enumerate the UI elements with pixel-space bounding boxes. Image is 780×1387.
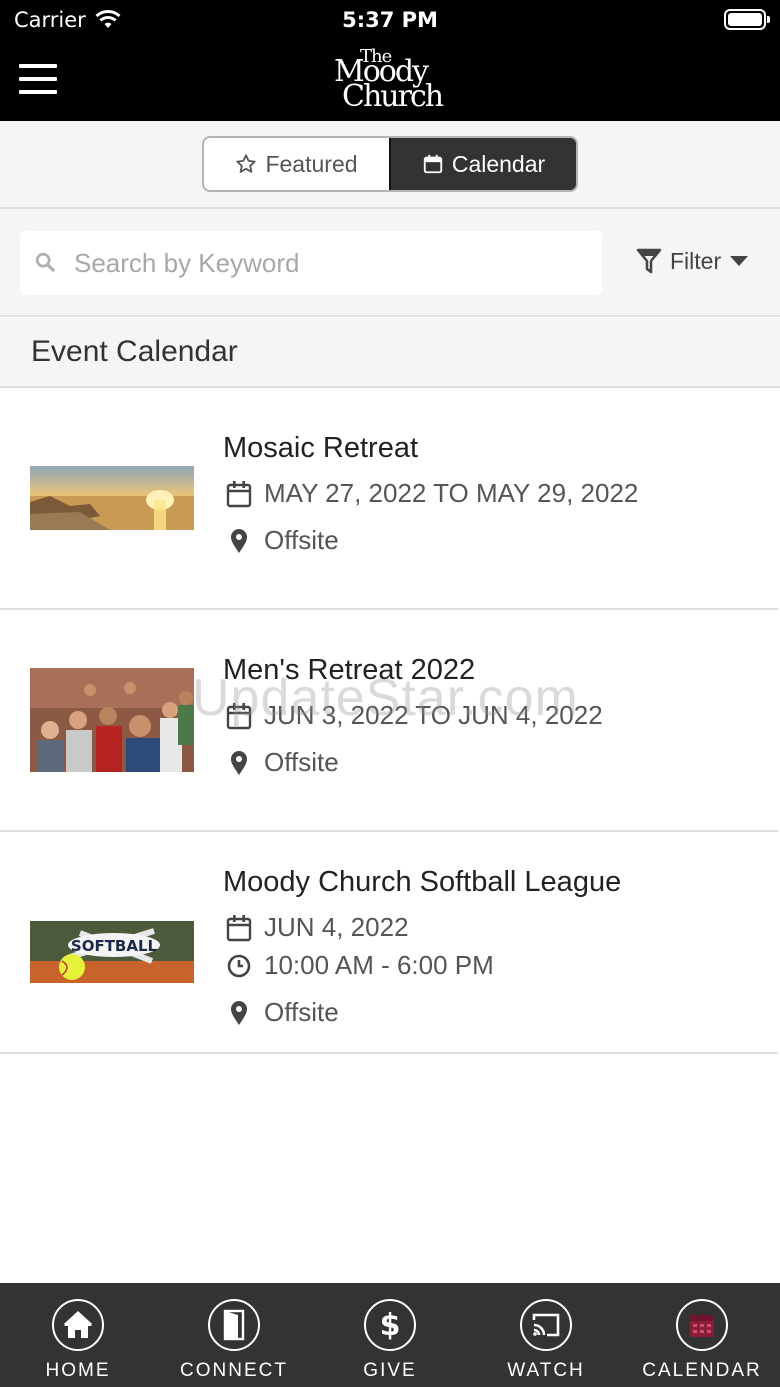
event-date: JUN 4, 2022 [264,912,409,942]
tab-watch-label: WATCH [507,1360,585,1381]
calendar-icon [226,702,252,729]
event-location: Offsite [264,747,339,777]
event-item[interactable]: Mosaic Retreat MAY 27, 2022 TO MAY 29, 2… [0,388,778,610]
tab-connect-label: CONNECT [180,1360,288,1381]
map-pin-icon [231,528,247,553]
event-time-row: 10:00 AM - 6:00 PM [226,950,494,981]
event-date: MAY 27, 2022 TO MAY 29, 2022 [264,478,639,508]
view-segmented-control: Featured Calendar [202,136,578,192]
tab-home-label: HOME [45,1360,111,1381]
event-time: 10:00 AM - 6:00 PM [264,950,494,980]
event-item[interactable]: Men's Retreat 2022 JUN 3, 2022 TO JUN 4,… [0,610,778,832]
search-input[interactable] [74,239,594,287]
caret-down-icon [730,256,749,266]
event-date: JUN 3, 2022 TO JUN 4, 2022 [264,700,603,730]
dollar-icon: $ [364,1299,416,1351]
calendar-icon [226,480,252,507]
search-box [20,231,602,295]
star-icon [236,154,257,173]
calendar-tab[interactable]: Calendar [389,138,576,190]
event-image-men-group [30,668,194,772]
map-pin-icon [231,1000,247,1025]
tab-give-label: GIVE [363,1360,417,1381]
svg-text:$: $ [380,1308,401,1342]
event-date-row: MAY 27, 2022 TO MAY 29, 2022 [226,478,638,509]
event-location-row: Offsite [226,525,339,556]
section-title: Event Calendar [31,335,238,368]
tab-connect[interactable]: CONNECT [156,1283,312,1387]
home-icon [52,1299,104,1351]
calendar-tab-label: Calendar [451,150,546,177]
section-header: Event Calendar [0,318,780,388]
filter-label: Filter [670,247,722,274]
event-list: Mosaic Retreat MAY 27, 2022 TO MAY 29, 2… [0,388,778,1054]
event-date-row: JUN 4, 2022 [226,912,409,943]
event-item[interactable]: SOFTBALL Moody Church Softball League JU… [0,832,778,1054]
clock: 5:37 PM [342,8,438,32]
calendar-icon [423,154,442,174]
event-image-lake-sunset [30,466,194,530]
event-title: Mosaic Retreat [223,432,419,464]
door-icon [208,1299,260,1351]
svg-text:SOFTBALL: SOFTBALL [71,937,158,955]
cast-icon [520,1299,572,1351]
event-title: Moody Church Softball League [223,866,622,898]
event-location-row: Offsite [226,747,339,778]
bottom-tab-bar: HOME CONNECT $ GIVE WATCH CALENDAR [0,1283,780,1387]
event-location: Offsite [264,997,339,1027]
calendar-icon [226,914,252,941]
search-icon [34,251,56,278]
event-location: Offsite [264,525,339,555]
tab-watch[interactable]: WATCH [468,1283,624,1387]
clock-icon [227,954,251,977]
event-location-row: Offsite [226,997,339,1028]
search-bar: Filter [0,209,780,317]
tab-home[interactable]: HOME [0,1283,156,1387]
tab-calendar-label: CALENDAR [642,1360,762,1381]
church-logo: The Moody Church [334,46,444,114]
filter-button[interactable]: Filter [636,247,749,275]
app-header: Carrier 5:37 PM The Moody Church [0,0,780,121]
event-date-row: JUN 3, 2022 TO JUN 4, 2022 [226,700,603,731]
calendar-icon [676,1299,728,1351]
status-bar: Carrier 5:37 PM [0,0,780,40]
tab-calendar[interactable]: CALENDAR [624,1283,780,1387]
featured-tab[interactable]: Featured [204,138,389,190]
view-switcher-bar: Featured Calendar [0,121,780,209]
hamburger-menu-button[interactable] [19,64,57,94]
featured-tab-label: Featured [265,150,358,177]
map-pin-icon [231,750,247,775]
battery-icon [724,9,770,30]
tab-give[interactable]: $ GIVE [312,1283,468,1387]
funnel-icon [636,248,662,274]
event-title: Men's Retreat 2022 [223,654,476,686]
event-image-softball-logo: SOFTBALL [30,921,194,983]
